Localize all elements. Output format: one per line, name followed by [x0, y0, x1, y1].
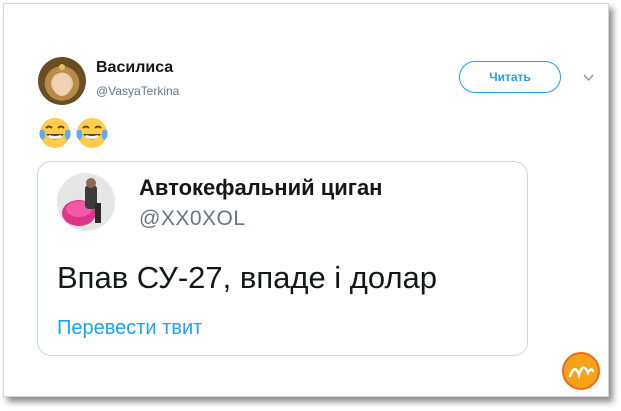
follow-button[interactable]: Читать [459, 61, 561, 93]
face-with-tears-of-joy-icon [39, 118, 71, 148]
avatar[interactable] [38, 57, 86, 105]
logo [562, 352, 600, 390]
quoted-avatar[interactable] [57, 173, 115, 231]
chevron-down-icon[interactable] [581, 70, 596, 85]
quoted-handle[interactable]: @XX0XOL [139, 207, 246, 231]
translate-link[interactable]: Перевести твит [57, 317, 202, 340]
user-handle[interactable]: @VasyaTerkina [96, 84, 179, 98]
display-name[interactable]: Василиса [96, 59, 173, 77]
quoted-display-name[interactable]: Автокефальний циган [139, 175, 382, 201]
tweet-card: Василиса @VasyaTerkina Читать Автокефаль… [3, 3, 609, 397]
quoted-text: Впав СУ-27, впаде і долар [57, 260, 438, 295]
face-with-tears-of-joy-icon [76, 118, 108, 148]
quoted-tweet[interactable]: Автокефальний циган @XX0XOL Впав СУ-27, … [37, 161, 528, 356]
